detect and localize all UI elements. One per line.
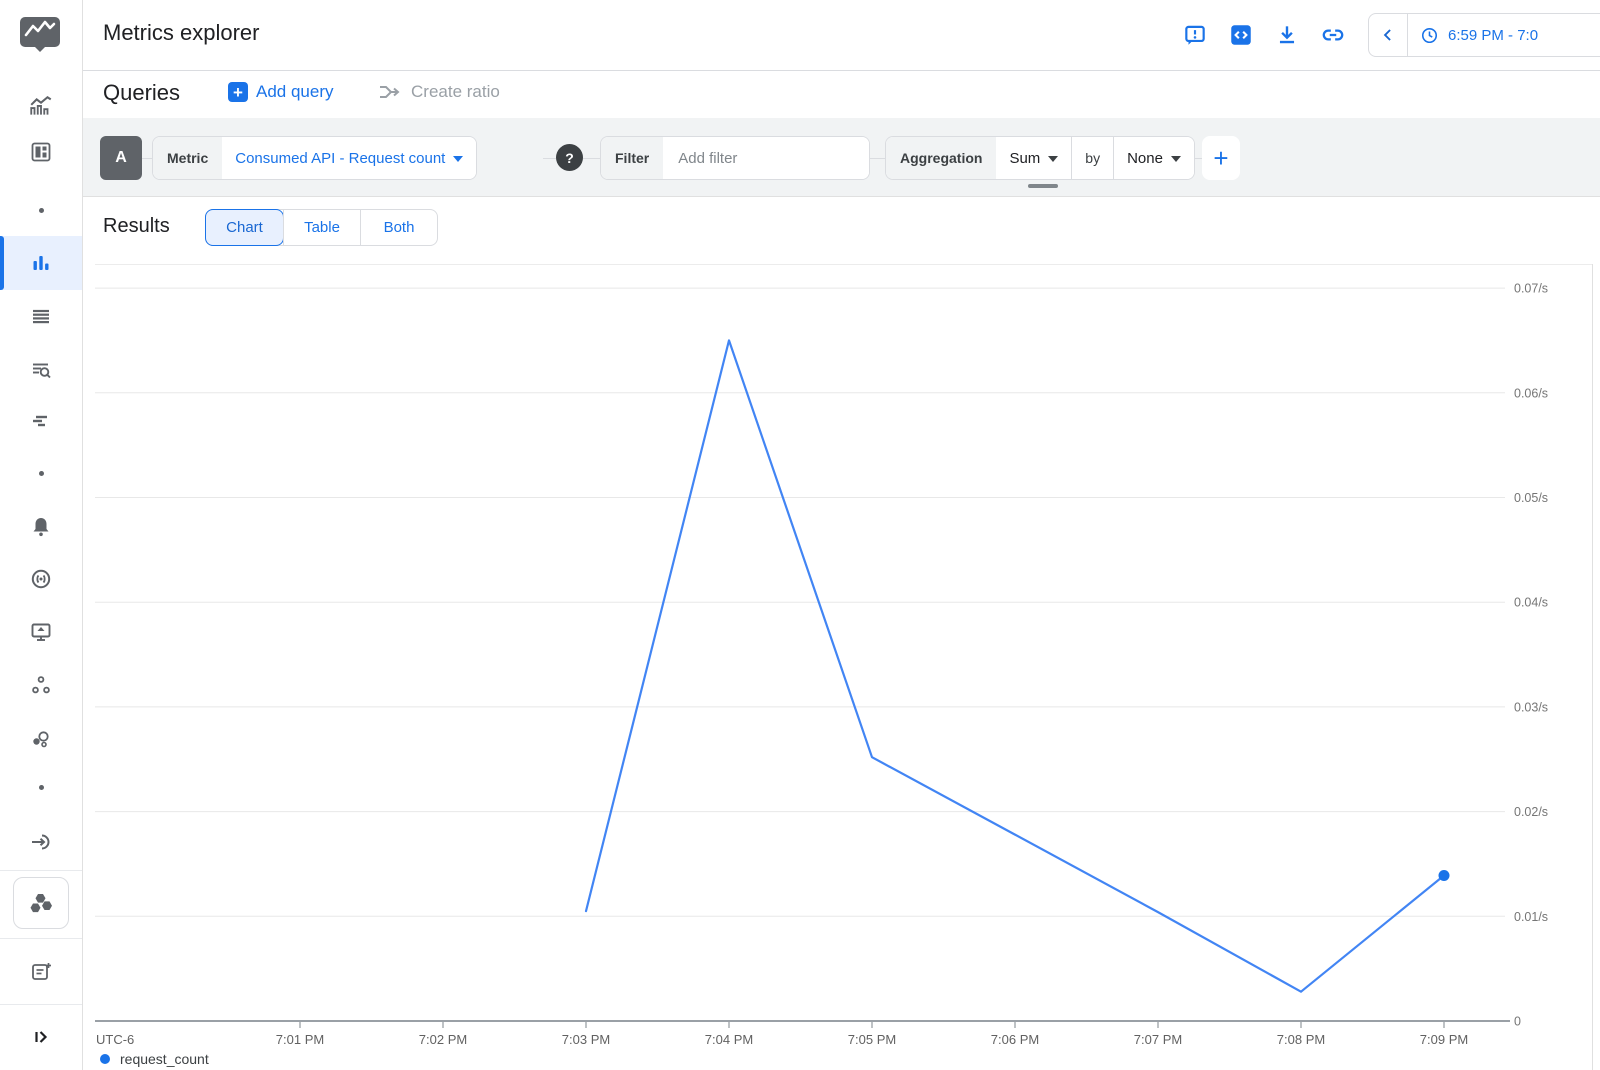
- kubernetes-hexagons-icon: [27, 889, 55, 917]
- chart-endpoint-dot: [1439, 870, 1450, 881]
- x-axis-tick-label: 7:03 PM: [562, 1032, 610, 1047]
- sidebar-item-data-collection[interactable]: [0, 820, 82, 864]
- cloud-monitoring-logo[interactable]: [17, 11, 63, 57]
- query-letter-badge[interactable]: A: [100, 136, 142, 180]
- group-by-value: None: [1127, 150, 1163, 167]
- metrics-explorer-page: 0.07/s 0.06/s 0.05/s 0.04/s 0.03/s 0.02/s 0.01…: [0, 0, 1600, 1070]
- sidebar-item-uptime-checks[interactable]: [0, 557, 82, 601]
- legend-series-color-dot: [100, 1054, 110, 1064]
- sidebar-item-list[interactable]: [0, 294, 82, 338]
- sidebar-divider: [0, 870, 82, 871]
- chart-legend: request_count: [100, 1051, 209, 1067]
- metric-value: Consumed API - Request count: [235, 150, 445, 167]
- y-axis-tick-label: 0.06/s: [1514, 386, 1548, 400]
- left-nav-sidebar: [0, 0, 83, 1070]
- sidebar-item-dashboards[interactable]: [0, 130, 82, 174]
- sidebar-divider: [0, 938, 82, 939]
- groups-nodes-icon: [29, 673, 53, 697]
- filter-label: Filter: [601, 137, 663, 179]
- dropdown-caret-icon: [1171, 156, 1181, 162]
- x-axis-tick-label: 7:06 PM: [991, 1032, 1039, 1047]
- x-axis-tick-label: 7:05 PM: [848, 1032, 896, 1047]
- alerting-bell-icon: [29, 515, 53, 539]
- separator-dot: [39, 471, 44, 476]
- sidebar-item-groups[interactable]: [0, 663, 82, 707]
- x-axis-tick-label: 7:02 PM: [419, 1032, 467, 1047]
- metrics-explorer-bars-icon: [29, 251, 53, 275]
- filter-input[interactable]: [676, 149, 856, 168]
- sidebar-item-logs-explorer[interactable]: [0, 348, 82, 392]
- sidebar-item-metrics-explorer[interactable]: [0, 241, 82, 285]
- dashboards-grid-icon: [29, 140, 53, 164]
- trace-spans-icon: [29, 409, 53, 433]
- aggregation-chip: Aggregation Sum by None: [885, 136, 1195, 180]
- y-axis-tick-label: 0: [1514, 1015, 1521, 1029]
- sidebar-item-alerting[interactable]: [0, 505, 82, 549]
- sidebar-divider: [0, 1004, 82, 1005]
- sidebar-item-integrations[interactable]: [0, 717, 82, 761]
- logs-search-icon: [29, 358, 53, 382]
- dropdown-caret-icon: [453, 156, 463, 162]
- by-label: by: [1071, 137, 1114, 179]
- x-axis-tick-label: 7:04 PM: [705, 1032, 753, 1047]
- separator-dot: [39, 208, 44, 213]
- legend-series-label: request_count: [120, 1051, 209, 1067]
- y-axis-tick-label: 0.04/s: [1514, 596, 1548, 610]
- x-axis-tick-label: 7:09 PM: [1420, 1032, 1468, 1047]
- expand-nav-button[interactable]: [0, 1015, 82, 1059]
- y-axis-tick-label: 0.05/s: [1514, 491, 1548, 505]
- aggregation-value: Sum: [1009, 150, 1040, 167]
- y-axis-tick-label: 0.07/s: [1514, 282, 1548, 296]
- metric-dropdown[interactable]: Consumed API - Request count: [222, 137, 476, 179]
- filter-input-area: [663, 137, 869, 179]
- release-notes-compose-icon: [29, 960, 53, 984]
- aggregation-label: Aggregation: [886, 137, 996, 179]
- chart-line-request_count: [586, 340, 1444, 991]
- monitoring-logo-icon: [17, 11, 63, 57]
- integrations-circles-icon: [29, 727, 53, 751]
- sidebar-separator-dot: [0, 455, 82, 491]
- metric-help-button[interactable]: ?: [556, 144, 583, 171]
- y-axis-tick-label: 0.03/s: [1514, 700, 1548, 714]
- group-by-dropdown[interactable]: None: [1114, 137, 1194, 179]
- sidebar-item-media-dashboard[interactable]: [0, 610, 82, 654]
- y-axis-tick-label: 0.01/s: [1514, 910, 1548, 924]
- aggregation-dropdown[interactable]: Sum: [996, 137, 1071, 179]
- overview-line-chart-icon: [28, 94, 54, 120]
- x-axis-tick-label: 7:01 PM: [276, 1032, 324, 1047]
- x-axis-tick-label: 7:08 PM: [1277, 1032, 1325, 1047]
- sidebar-separator-dot: [0, 192, 82, 228]
- monitor-screen-icon: [29, 620, 53, 644]
- list-lines-icon: [29, 304, 53, 328]
- timezone-label: UTC-6: [96, 1032, 134, 1047]
- dropdown-caret-icon: [1048, 156, 1058, 162]
- sidebar-item-release-notes[interactable]: [0, 950, 82, 994]
- sidebar-item-kubernetes-engine[interactable]: [13, 877, 69, 929]
- uptime-check-icon: [29, 567, 53, 591]
- separator-dot: [39, 785, 44, 790]
- y-axis-tick-label: 0.02/s: [1514, 805, 1548, 819]
- data-collection-arrow-icon: [29, 830, 53, 854]
- sidebar-separator-dot: [0, 769, 82, 805]
- metric-chip: Metric Consumed API - Request count: [152, 136, 477, 180]
- expand-nav-icon: [29, 1025, 53, 1049]
- sidebar-item-overview[interactable]: [0, 85, 82, 129]
- metric-label: Metric: [153, 137, 222, 179]
- chip-connector: [581, 158, 602, 159]
- sidebar-item-trace[interactable]: [0, 399, 82, 443]
- x-axis-tick-label: 7:07 PM: [1134, 1032, 1182, 1047]
- add-aggregation-button[interactable]: +: [1202, 136, 1240, 180]
- filter-chip: Filter: [600, 136, 870, 180]
